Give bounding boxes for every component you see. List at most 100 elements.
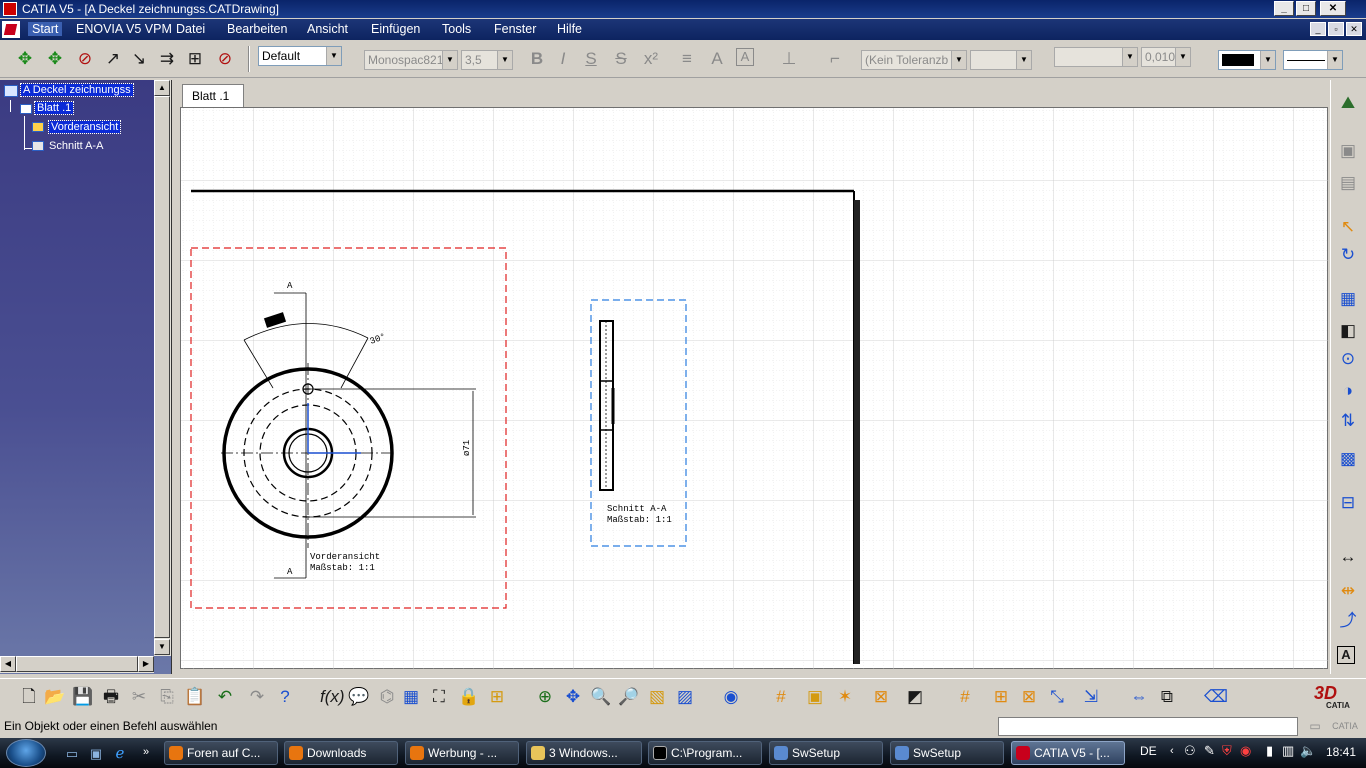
tree-horizontal-scrollbar[interactable]: ◀ ▶ [0, 656, 154, 673]
cut-icon[interactable]: ✂ [128, 686, 150, 708]
undo-icon[interactable]: ↶ [214, 686, 236, 708]
clipboard-icon[interactable]: ⧉ [1156, 686, 1178, 708]
whats-this-icon[interactable]: ? [274, 686, 296, 708]
menu-ansicht[interactable]: Ansicht [307, 22, 348, 36]
task-firefox-werbung[interactable]: Werbung - ... [405, 741, 519, 765]
tray-security-icon[interactable]: ⛨ [1222, 743, 1232, 759]
italic-icon[interactable]: I [552, 48, 574, 70]
tab-blatt-1[interactable]: Blatt .1 [182, 84, 244, 108]
menu-einfuegen[interactable]: Einfügen [371, 22, 420, 36]
snap-icon[interactable]: ✥ [44, 48, 66, 70]
scroll-right-button[interactable]: ▶ [138, 656, 154, 672]
show-desktop-icon[interactable]: ▭ [62, 743, 82, 763]
menu-hilfe[interactable]: Hilfe [557, 22, 582, 36]
task-firefox-forum[interactable]: Foren auf C... [164, 741, 278, 765]
update-icon[interactable]: ↻ [1337, 244, 1359, 266]
tray-tool-icon[interactable]: ✎ [1204, 743, 1215, 759]
maximize-button[interactable]: □ [1296, 1, 1316, 16]
analysis-display-icon[interactable]: ⊠ [870, 686, 892, 708]
open-file-icon[interactable]: 📂 [44, 686, 66, 708]
clock[interactable]: 18:41 [1326, 745, 1356, 759]
tolerance-value-combo[interactable]: ▼ [970, 50, 1032, 70]
dimension-edit-icon[interactable]: ⇹ [1337, 580, 1359, 602]
frame-icon[interactable]: ▣ [804, 686, 826, 708]
hide-show-icon[interactable]: ▨ [674, 686, 696, 708]
diameter-dimension-label[interactable]: ø71 [462, 440, 472, 456]
filter-icon[interactable]: ↘ [128, 48, 150, 70]
tree-view-section[interactable]: Schnitt A-A [49, 140, 103, 152]
catalog-icon[interactable]: ⊞ [486, 686, 508, 708]
tray-network-icon[interactable]: ⚇ [1184, 743, 1196, 759]
scroll-thumb-h[interactable] [16, 656, 138, 672]
copy-icon[interactable]: ⎘ [156, 686, 178, 708]
menu-datei[interactable]: Datei [176, 22, 205, 36]
grid-display-icon[interactable]: # [954, 686, 976, 708]
document-menu-icon[interactable] [2, 21, 20, 38]
task-command-prompt[interactable]: C:\Program... [648, 741, 762, 765]
text-tool-icon[interactable]: A [1337, 646, 1355, 664]
tree-vertical-scrollbar[interactable]: ▲ ▼ [154, 80, 171, 656]
dimension-generation-icon[interactable]: ⊟ [1337, 492, 1359, 514]
linetype-combo[interactable]: ▼ [1283, 50, 1343, 70]
text-frame-icon[interactable]: A [736, 48, 754, 66]
cursor-coordinates-icon[interactable]: ⤡ [1046, 686, 1068, 708]
front-view-caption[interactable]: Vorderansicht [310, 552, 380, 562]
redo-icon[interactable]: ↷ [246, 686, 268, 708]
task-catia[interactable]: CATIA V5 - [... [1011, 741, 1125, 765]
menu-start[interactable]: Start [28, 22, 63, 36]
menu-tools[interactable]: Tools [442, 22, 471, 36]
clipping-view-icon[interactable]: ◑ [1337, 380, 1359, 402]
erase-icon[interactable]: ⌫ [1204, 686, 1228, 708]
lock-icon[interactable]: 🔒 [458, 686, 480, 708]
font-combo[interactable]: Monospac821 ▼ [364, 50, 458, 70]
analysis-icon[interactable]: ⊘ [74, 48, 96, 70]
save-icon[interactable]: 💾 [72, 686, 94, 708]
select-icon[interactable]: ↖ [1337, 216, 1359, 238]
tree-root[interactable]: A Deckel zeichnungss [20, 83, 134, 97]
doc-minimize-button[interactable]: _ [1310, 22, 1326, 36]
quicklaunch-more-icon[interactable]: » [138, 741, 154, 761]
tray-volume-icon[interactable]: 🔈 [1300, 743, 1316, 759]
distance-icon[interactable]: ⇔ [1128, 686, 1150, 708]
normal-view-icon[interactable]: ▧ [646, 686, 668, 708]
text-align-icon[interactable]: ⊞ [184, 48, 206, 70]
bold-icon[interactable]: B [526, 48, 548, 70]
dimension-icon[interactable]: ↔ [1337, 546, 1359, 568]
language-indicator[interactable]: DE [1140, 744, 1157, 758]
zoom-out-icon[interactable]: 🔎 [618, 686, 640, 708]
geometry-icon[interactable]: ⤴ [1337, 610, 1359, 632]
cosmetic-icon[interactable]: ⊠ [1018, 686, 1040, 708]
scroll-left-button[interactable]: ◀ [0, 656, 16, 672]
tree-view-front[interactable]: Vorderansicht [47, 120, 122, 134]
insert-symbol-icon[interactable]: ⊥ [778, 48, 800, 70]
section-marker-top[interactable]: A [287, 281, 293, 291]
scroll-up-button[interactable]: ▲ [154, 80, 170, 96]
table-icon[interactable]: ▦ [400, 686, 422, 708]
minimize-button[interactable]: _ [1274, 1, 1294, 16]
detail-view-icon[interactable]: ⊙ [1337, 348, 1359, 370]
task-swsetup-2[interactable]: SwSetup [890, 741, 1004, 765]
color-combo[interactable]: ▼ [1218, 50, 1276, 70]
anchor-point-icon[interactable]: A [706, 48, 728, 70]
strikethrough-icon[interactable]: S [610, 48, 632, 70]
pan-icon[interactable]: ✥ [14, 48, 36, 70]
formula-icon[interactable]: f(x) [320, 686, 345, 708]
switch-windows-icon[interactable]: ▣ [86, 743, 106, 763]
new-sheet-icon[interactable]: ▣ [1337, 140, 1359, 162]
menu-fenster[interactable]: Fenster [494, 22, 536, 36]
internet-explorer-icon[interactable]: ℯ [110, 743, 130, 763]
fit-all-icon[interactable]: ⊕ [534, 686, 556, 708]
menu-enovia[interactable]: ENOVIA V5 VPM [76, 22, 172, 36]
grid-icon[interactable]: # [770, 686, 792, 708]
scroll-down-button[interactable]: ▼ [154, 639, 170, 655]
tree-sheet[interactable]: Blatt .1 [33, 101, 75, 115]
numeric-format-combo[interactable]: ▼ [1054, 47, 1138, 67]
underline-icon[interactable]: S [580, 48, 602, 70]
run-command-icon[interactable]: ▭ [1304, 716, 1326, 736]
pan-view-icon[interactable]: ✥ [562, 686, 584, 708]
catia-app-icon[interactable] [3, 2, 17, 16]
menu-bearbeiten[interactable]: Bearbeiten [227, 22, 287, 36]
graph-icon[interactable]: ⛶ [428, 686, 450, 708]
tray-battery-icon[interactable]: ▥ [1282, 743, 1294, 759]
new-file-icon[interactable]: 🗋 [18, 686, 40, 708]
